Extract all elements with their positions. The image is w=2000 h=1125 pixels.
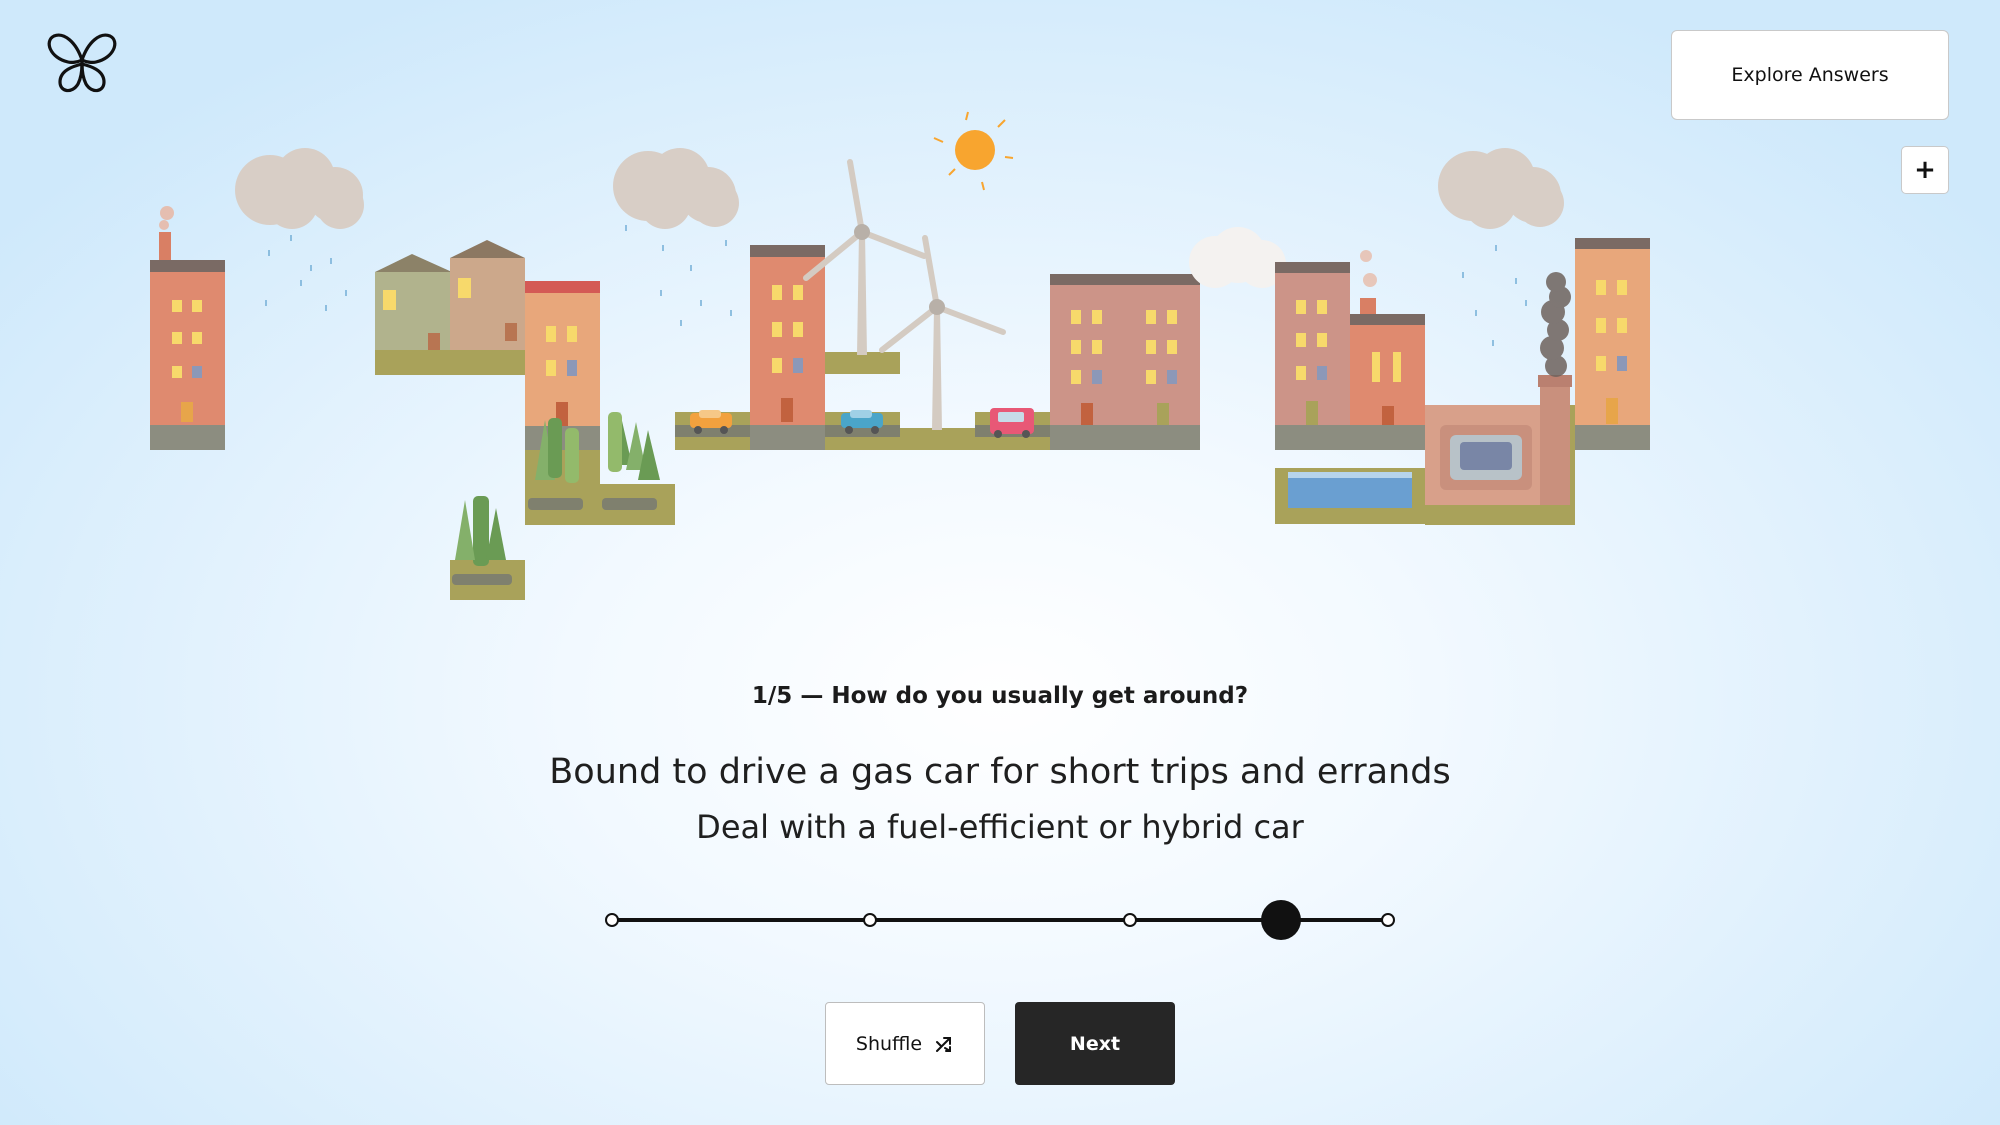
statement-secondary: Deal with a fuel-efficient or hybrid car <box>696 808 1304 846</box>
factory-icon <box>1425 272 1575 525</box>
city-illustration <box>150 111 1650 600</box>
shuffle-label: Shuffle <box>855 1032 923 1055</box>
statement-primary: Bound to drive a gas car for short trips… <box>549 752 1451 792</box>
slider-stop[interactable] <box>605 913 619 927</box>
houses <box>375 240 525 375</box>
slider-thumb[interactable] <box>1261 900 1301 940</box>
building <box>150 206 225 450</box>
cloud-icon <box>613 148 739 229</box>
shuffle-icon <box>936 1036 952 1052</box>
answer-slider[interactable] <box>600 899 1400 941</box>
shuffle-button[interactable]: Shuffle <box>825 1002 985 1085</box>
slider-stop[interactable] <box>1381 913 1395 927</box>
wind-turbine-icon <box>803 159 1006 450</box>
building <box>525 281 600 450</box>
slider-stop[interactable] <box>1123 913 1137 927</box>
cloud-icon <box>1189 227 1286 288</box>
building <box>1050 274 1200 450</box>
cloud-icon <box>235 148 364 229</box>
pond <box>1275 468 1425 524</box>
next-button[interactable]: Next <box>1015 1002 1175 1085</box>
building <box>1575 238 1650 450</box>
building <box>1275 250 1425 450</box>
sun-icon <box>933 111 1014 191</box>
car-icon <box>975 408 1050 450</box>
car-icon <box>675 410 750 450</box>
cloud-icon <box>1438 148 1564 229</box>
slider-stop[interactable] <box>863 913 877 927</box>
car-icon <box>825 410 900 450</box>
question-heading: 1/5 — How do you usually get around? <box>751 683 1249 709</box>
building <box>750 245 825 450</box>
